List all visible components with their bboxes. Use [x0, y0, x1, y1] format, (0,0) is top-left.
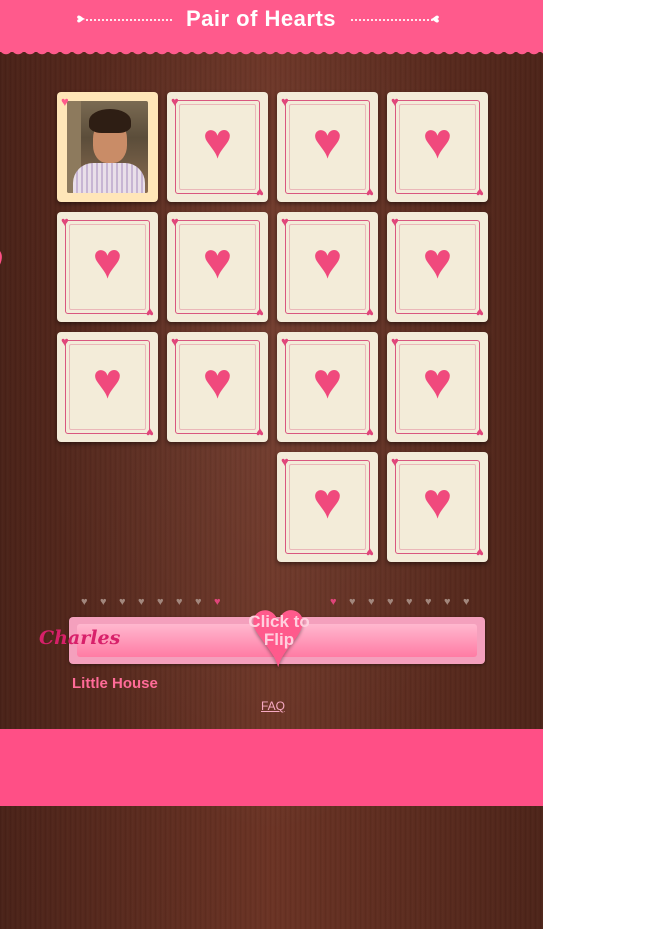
card-corner-heart-icon: ♥: [256, 185, 264, 200]
card-heart-icon: ♥: [422, 353, 453, 409]
card-heart-icon: ♥: [202, 113, 233, 169]
progress-heart-icon: ♥: [81, 596, 88, 608]
game-board: ♥ ♥ Pair of Hearts ♥ ♥ ♥ ♥ ♥ ♥ ♥ ♥ ♥ ♥ ♥ ♥ ♥ ♥ ♥ ♥ ♥ ♥ ♥ ♥…: [0, 0, 543, 929]
card-corner-heart-icon: ♥: [476, 185, 484, 200]
card-corner-heart-icon: ♥: [366, 425, 374, 440]
card-corner-heart-icon: ♥: [146, 425, 154, 440]
card-corner-heart-icon: ♥: [391, 214, 399, 229]
card-corner-heart-icon: ♥: [256, 425, 264, 440]
card-corner-heart-icon: ♥: [281, 454, 289, 469]
card-face-down[interactable]: ♥ ♥ ♥: [167, 332, 268, 442]
card-face-down[interactable]: ♥ ♥ ♥: [167, 92, 268, 202]
card-corner-heart-icon: ♥: [146, 305, 154, 320]
progress-heart-icon: ♥: [157, 596, 164, 608]
card-heart-icon: ♥: [312, 473, 343, 529]
card-face-down[interactable]: ♥ ♥ ♥: [57, 212, 158, 322]
card-heart-icon: ♥: [312, 353, 343, 409]
card-corner-heart-icon: ♥: [366, 305, 374, 320]
card-face-down[interactable]: ♥ ♥ ♥: [277, 332, 378, 442]
progress-heart-icon: ♥: [444, 596, 451, 608]
card-face-down[interactable]: ♥ ♥ ♥: [387, 212, 488, 322]
card-face-down[interactable]: ♥ ♥ ♥: [277, 92, 378, 202]
card-corner-heart-icon: ♥: [171, 214, 179, 229]
card-corner-heart-icon: ♥: [171, 94, 179, 109]
photo-hair: [89, 109, 131, 133]
card-corner-heart-icon: ♥: [281, 214, 289, 229]
card-corner-heart-icon: ♥: [391, 454, 399, 469]
progress-heart-icon: ♥: [349, 596, 356, 608]
card-corner-heart-icon: ♥: [281, 334, 289, 349]
card-corner-heart-icon: ♥: [476, 425, 484, 440]
card-face-down[interactable]: ♥ ♥ ♥: [387, 452, 488, 562]
card-heart-icon: ♥: [92, 233, 123, 289]
card-corner-heart-icon: ♥: [476, 305, 484, 320]
progress-heart-icon: ♥: [214, 596, 221, 608]
card-corner-heart-icon: ♥: [256, 305, 264, 320]
card-corner-heart-icon: ♥: [476, 545, 484, 560]
card-heart-icon: ♥: [312, 233, 343, 289]
progress-heart-icon: ♥: [138, 596, 145, 608]
progress-heart-icon: ♥: [463, 596, 470, 608]
card-corner-heart-icon: ♥: [171, 334, 179, 349]
card-corner-heart-icon: ♥: [391, 94, 399, 109]
player-name: Charles: [39, 627, 121, 649]
photo-shirt: [73, 163, 145, 193]
card-corner-heart-icon: ♥: [391, 334, 399, 349]
card-heart-icon: ♥: [422, 473, 453, 529]
card-corner-heart-icon: ♥: [61, 214, 69, 229]
card-heart-icon: ♥: [422, 113, 453, 169]
card-heart-icon: ♥: [202, 353, 233, 409]
progress-heart-icon: ♥: [368, 596, 375, 608]
card-corner-heart-icon: ♥: [61, 334, 69, 349]
card-revealed[interactable]: ♥: [57, 92, 158, 202]
card-face-down[interactable]: ♥ ♥ ♥: [277, 212, 378, 322]
progress-heart-icon: ♥: [406, 596, 413, 608]
progress-heart-icon: ♥: [100, 596, 107, 608]
card-corner-heart-icon: ♥: [366, 545, 374, 560]
progress-heart-icon: ♥: [425, 596, 432, 608]
card-face-down[interactable]: ♥ ♥ ♥: [167, 212, 268, 322]
card-heart-icon: ♥: [92, 353, 123, 409]
click-to-flip-button[interactable]: ♥: [228, 582, 328, 682]
side-heart-icon: ♥: [0, 222, 42, 310]
faq-link[interactable]: FAQ: [261, 699, 285, 713]
card-corner-heart-icon: ♥: [61, 94, 69, 109]
card-face-down[interactable]: ♥ ♥ ♥: [277, 452, 378, 562]
progress-heart-icon: ♥: [119, 596, 126, 608]
progress-heart-icon: ♥: [195, 596, 202, 608]
card-face-down[interactable]: ♥ ♥ ♥: [387, 332, 488, 442]
page-title: Pair of Hearts: [185, 6, 337, 31]
card-heart-icon: ♥: [202, 233, 233, 289]
progress-heart-icon: ♥: [387, 596, 394, 608]
card-photo: [67, 101, 148, 193]
card-heart-icon: ♥: [312, 113, 343, 169]
progress-heart-icon: ♥: [176, 596, 183, 608]
footer-band: [0, 729, 543, 806]
header-scallop: [0, 48, 543, 62]
card-corner-heart-icon: ♥: [366, 185, 374, 200]
card-face-down[interactable]: ♥ ♥ ♥: [57, 332, 158, 442]
card-face-down[interactable]: ♥ ♥ ♥: [387, 92, 488, 202]
show-subtitle: Little House: [72, 675, 158, 692]
progress-heart-icon: ♥: [330, 596, 337, 608]
card-heart-icon: ♥: [422, 233, 453, 289]
card-corner-heart-icon: ♥: [281, 94, 289, 109]
